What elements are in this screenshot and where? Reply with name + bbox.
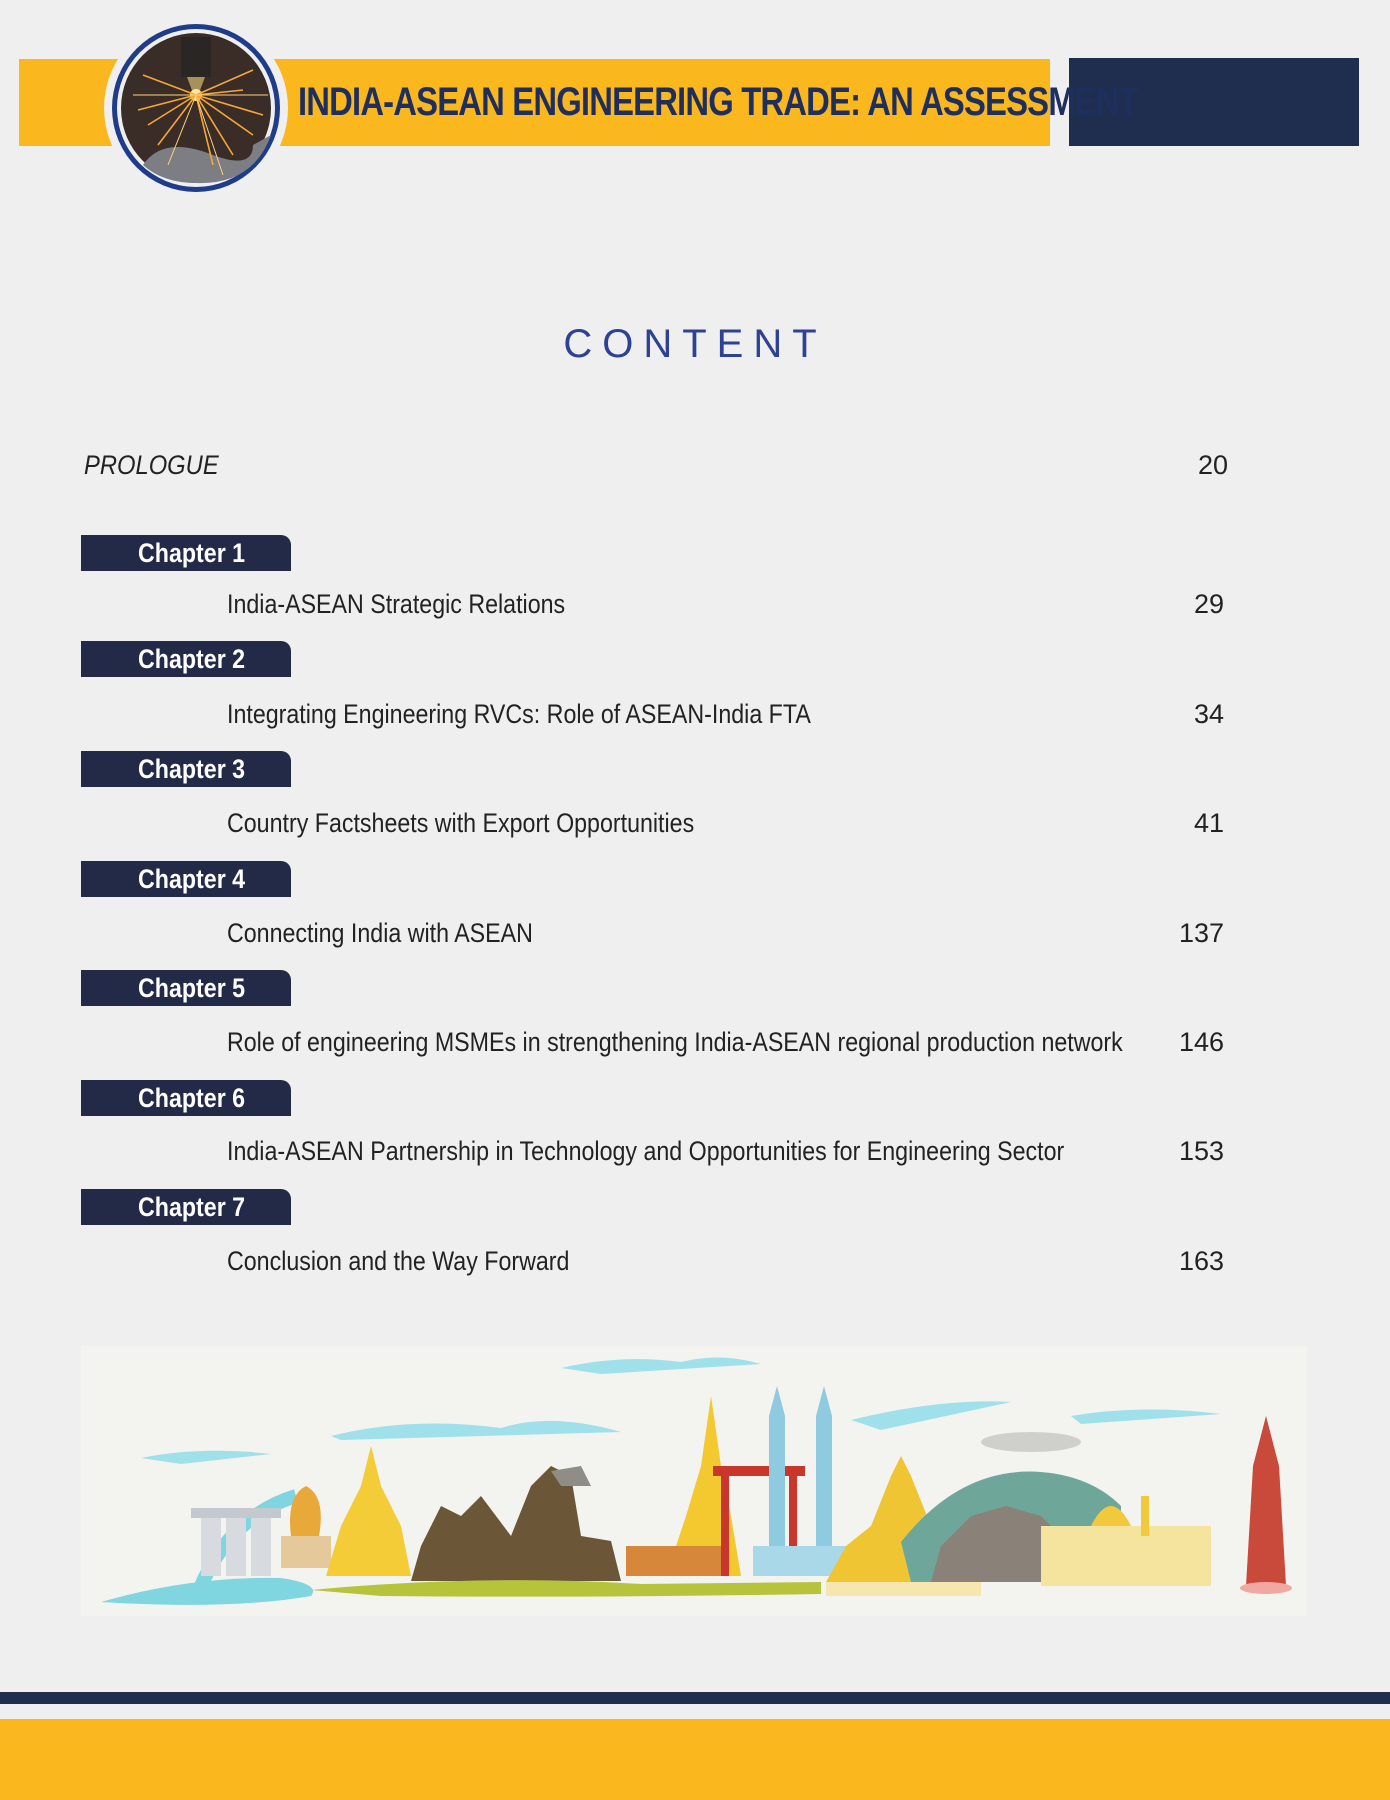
chapter-tab-7: Chapter 7 bbox=[81, 1189, 291, 1225]
chapter-page-2: 34 bbox=[1193, 699, 1224, 729]
chapter-title-3[interactable]: Country Factsheets with Export Opportuni… bbox=[227, 808, 694, 839]
chapter-page-5: 146 bbox=[1178, 1027, 1224, 1057]
chapter-page-1: 29 bbox=[1193, 589, 1224, 619]
chapter-tab-6: Chapter 6 bbox=[81, 1080, 291, 1116]
chapter-tab-2: Chapter 2 bbox=[81, 641, 291, 677]
chapter-tab-5: Chapter 5 bbox=[81, 970, 291, 1006]
toc-prologue-label[interactable]: PROLOGUE bbox=[84, 450, 219, 481]
footer-yellow-band bbox=[0, 1719, 1390, 1800]
toc-prologue-page: 20 bbox=[1197, 450, 1228, 480]
chapter-tab-4: Chapter 4 bbox=[81, 861, 291, 897]
footer-navy-band bbox=[0, 1692, 1390, 1704]
chapter-title-1[interactable]: India-ASEAN Strategic Relations bbox=[227, 589, 565, 620]
chapter-tab-3: Chapter 3 bbox=[81, 751, 291, 787]
chapter-title-4[interactable]: Connecting India with ASEAN bbox=[227, 918, 533, 949]
welding-sparks-icon bbox=[104, 16, 288, 200]
chapter-title-7[interactable]: Conclusion and the Way Forward bbox=[227, 1246, 569, 1277]
chapter-page-6: 153 bbox=[1178, 1136, 1224, 1166]
chapter-tab-1: Chapter 1 bbox=[81, 535, 291, 571]
asean-landmarks-illustration bbox=[81, 1346, 1307, 1616]
chapter-page-3: 41 bbox=[1193, 808, 1224, 838]
chapter-page-4: 137 bbox=[1178, 918, 1224, 948]
chapter-page-7: 163 bbox=[1178, 1246, 1224, 1276]
chapter-title-6[interactable]: India-ASEAN Partnership in Technology an… bbox=[227, 1136, 1064, 1167]
toc-heading: CONTENT bbox=[563, 322, 827, 366]
header-title: INDIA-ASEAN ENGINEERING TRADE: AN ASSESS… bbox=[298, 80, 1139, 124]
chapter-title-2[interactable]: Integrating Engineering RVCs: Role of AS… bbox=[227, 699, 811, 730]
chapter-title-5[interactable]: Role of engineering MSMEs in strengtheni… bbox=[227, 1027, 1123, 1058]
